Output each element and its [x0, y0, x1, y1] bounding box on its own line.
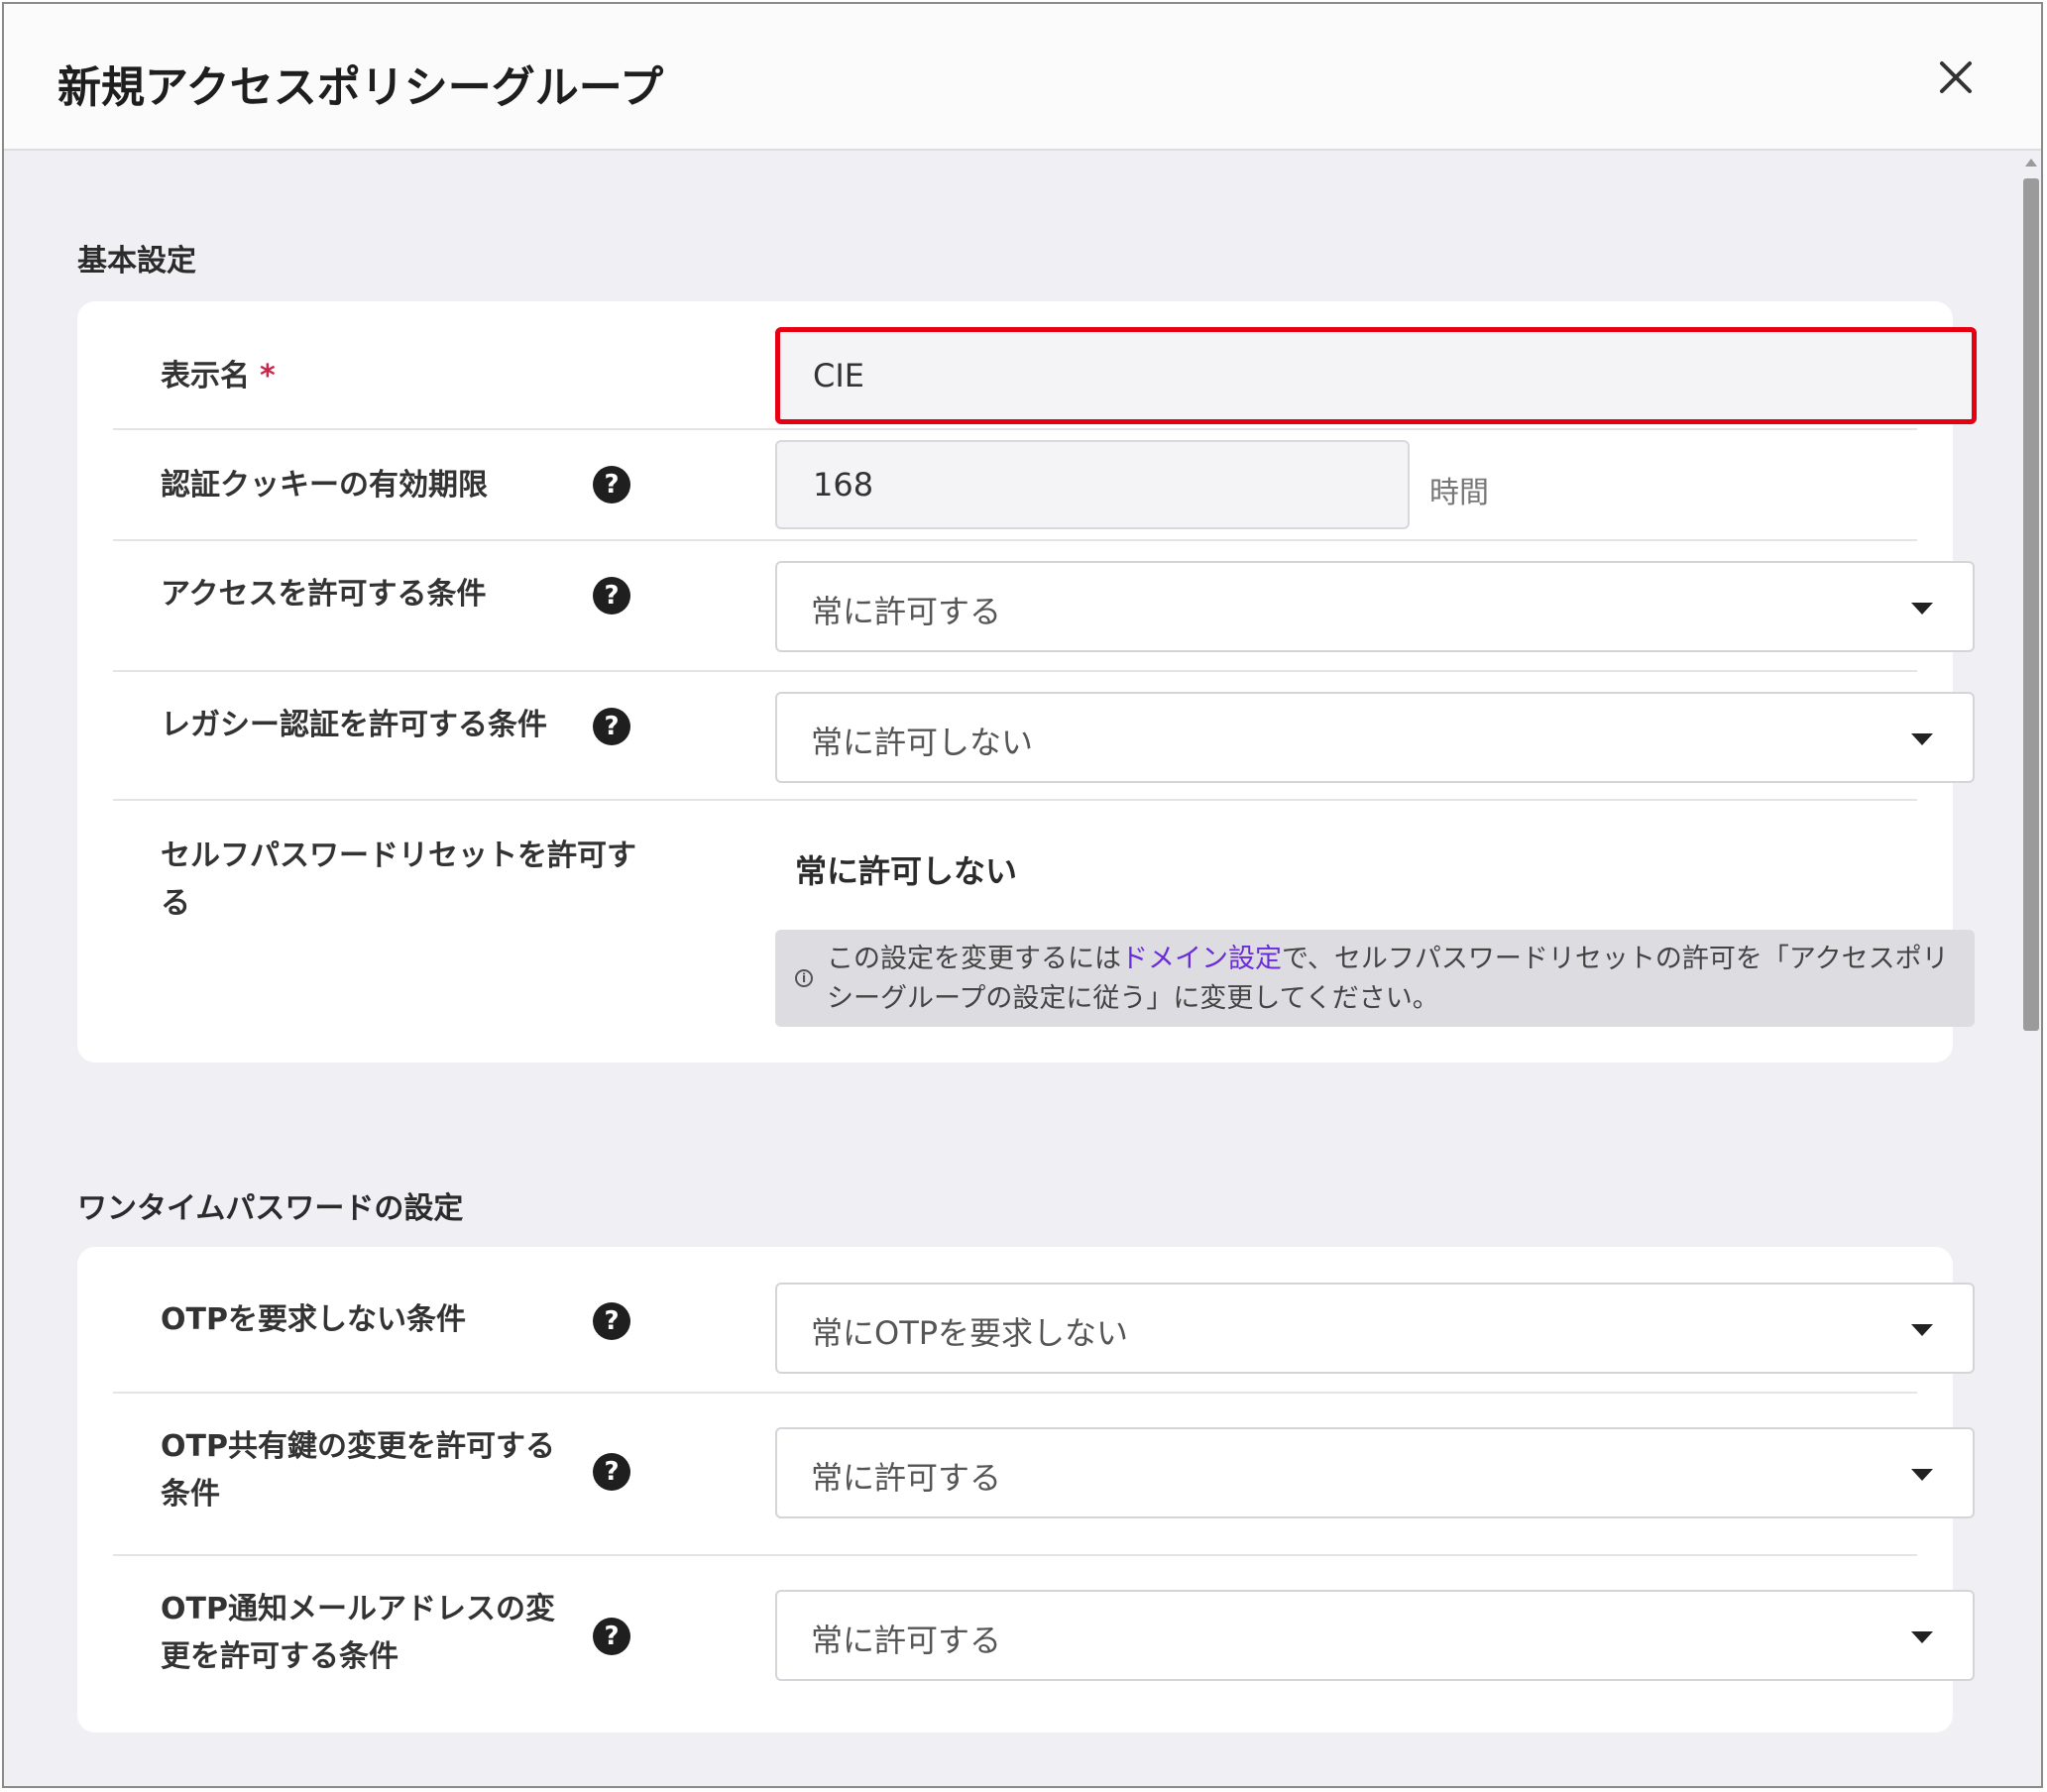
- row-legacy-auth: レガシー認証を許可する条件 ? 常に許可しない: [113, 672, 1975, 801]
- help-icon[interactable]: ?: [593, 708, 630, 745]
- dialog-header: 新規アクセスポリシーグループ: [4, 4, 2041, 151]
- access-condition-select[interactable]: 常に許可する: [775, 561, 1975, 652]
- scrollbar-thumb[interactable]: [2023, 178, 2039, 1031]
- otp-email-change-value: 常に許可する: [811, 1622, 1002, 1659]
- row-otp-not-required: OTPを要求しない条件 ? 常にOTPを要求しない: [113, 1247, 1975, 1394]
- row-access-condition: アクセスを許可する条件 ? 常に許可する: [113, 541, 1975, 672]
- chevron-down-icon: [1911, 1469, 1933, 1481]
- close-icon[interactable]: [1934, 56, 1978, 99]
- row-otp-shared-key-change: OTP共有鍵の変更を許可する条件 ? 常に許可する: [113, 1394, 1975, 1556]
- otp-shared-key-select[interactable]: 常に許可する: [775, 1427, 1975, 1518]
- cookie-expiry-label: 認証クッキーの有効期限: [161, 468, 488, 503]
- chevron-down-icon: [1911, 1631, 1933, 1643]
- otp-shared-key-label: OTP共有鍵の変更を許可する条件: [161, 1429, 555, 1512]
- chevron-down-icon: [1911, 1324, 1933, 1336]
- row-cookie-expiry: 認証クッキーの有効期限 ? 168 時間: [113, 430, 1917, 541]
- basic-settings-card: 表示名 * CIE 認証クッキーの有効期限 ? 168 時間 アクセスを許可する条…: [77, 301, 1977, 1063]
- access-condition-label: アクセスを許可する条件: [161, 577, 487, 612]
- otp-shared-key-value: 常に許可する: [811, 1459, 1002, 1497]
- legacy-auth-select[interactable]: 常に許可しない: [775, 692, 1975, 783]
- cookie-expiry-input[interactable]: 168: [775, 440, 1410, 529]
- row-otp-email-change: OTP通知メールアドレスの変更を許可する条件 ? 常に許可する: [113, 1556, 1975, 1725]
- domain-settings-link[interactable]: ドメイン設定: [1121, 944, 1282, 974]
- self-reset-label: セルフパスワードリセットを許可する: [161, 839, 636, 921]
- otp-email-change-label: OTP通知メールアドレスの変更を許可する条件: [161, 1592, 555, 1674]
- otp-settings-card: OTPを要求しない条件 ? 常にOTPを要求しない OTP共有鍵の変更を許可する…: [77, 1247, 1975, 1733]
- self-reset-value: 常に許可しない: [795, 852, 1018, 890]
- info-icon: i: [795, 969, 813, 987]
- legacy-auth-label: レガシー認証を許可する条件: [161, 708, 547, 742]
- self-reset-info-text: この設定を変更するにはドメイン設定で、セルフパスワードリセットの許可を「アクセス…: [827, 944, 1949, 1014]
- display-name-label: 表示名 *: [161, 359, 276, 393]
- self-reset-info-box: i この設定を変更するにはドメイン設定で、セルフパスワードリセットの許可を「アク…: [775, 930, 1975, 1027]
- otp-not-required-select[interactable]: 常にOTPを要求しない: [775, 1283, 1975, 1374]
- section-title-otp: ワンタイムパスワードの設定: [77, 1191, 464, 1226]
- required-mark: *: [260, 359, 276, 393]
- help-icon[interactable]: ?: [593, 466, 630, 504]
- otp-email-change-select[interactable]: 常に許可する: [775, 1590, 1975, 1681]
- scroll-up-arrow-icon[interactable]: [2025, 159, 2037, 167]
- row-display-name: 表示名 * CIE: [113, 301, 1977, 430]
- chevron-down-icon: [1911, 733, 1933, 745]
- dialog-title: 新規アクセスポリシーグループ: [57, 62, 664, 113]
- section-title-basic: 基本設定: [77, 244, 196, 279]
- otp-not-required-value: 常にOTPを要求しない: [811, 1314, 1129, 1352]
- help-icon[interactable]: ?: [593, 1618, 630, 1655]
- help-icon[interactable]: ?: [593, 1302, 630, 1340]
- cookie-expiry-unit: 時間: [1429, 476, 1489, 510]
- help-icon[interactable]: ?: [593, 1453, 630, 1491]
- otp-not-required-label: OTPを要求しない条件: [161, 1302, 466, 1337]
- legacy-auth-value: 常に許可しない: [811, 724, 1034, 761]
- access-condition-value: 常に許可する: [811, 593, 1002, 630]
- row-self-password-reset: セルフパスワードリセットを許可する 常に許可しない i この設定を変更するにはド…: [113, 801, 1975, 1063]
- help-icon[interactable]: ?: [593, 577, 630, 615]
- chevron-down-icon: [1911, 603, 1933, 615]
- display-name-input[interactable]: CIE: [775, 327, 1977, 424]
- access-policy-group-dialog: 新規アクセスポリシーグループ 基本設定 表示名 * CIE 認証クッキーの有効期限…: [2, 2, 2043, 1788]
